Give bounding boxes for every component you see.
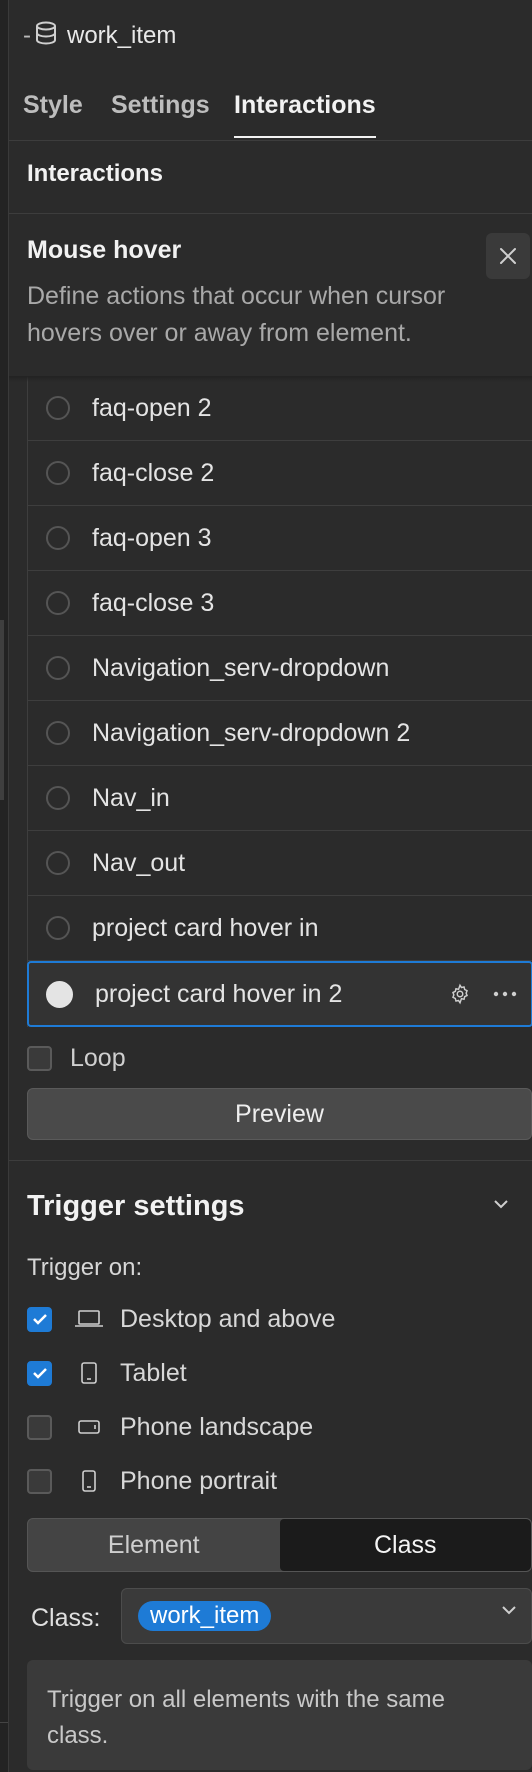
list-item[interactable]: faq-close 3 <box>28 571 532 636</box>
animation-label: faq-open 2 <box>92 393 212 422</box>
device-option-desktop[interactable]: Desktop and above <box>27 1302 335 1336</box>
interactions-panel: - work_item Style Settings Interactions … <box>9 0 532 1772</box>
list-item[interactable]: Nav_in <box>28 766 532 831</box>
chevron-down-icon <box>494 1200 508 1209</box>
left-edge-bar <box>0 0 9 1772</box>
panel-tabs: Style Settings Interactions <box>9 78 532 141</box>
tab-settings[interactable]: Settings <box>111 86 210 136</box>
animation-label: faq-open 3 <box>92 523 212 552</box>
tab-style[interactable]: Style <box>23 86 83 136</box>
element-mode-option[interactable]: Element <box>28 1519 280 1571</box>
list-item[interactable]: faq-close 2 <box>28 441 532 506</box>
list-item[interactable]: Nav_out <box>28 831 532 896</box>
edge-divider <box>0 1722 8 1723</box>
gear-icon[interactable] <box>449 983 471 1005</box>
element-name: work_item <box>67 22 177 49</box>
phone-landscape-checkbox[interactable] <box>27 1414 52 1440</box>
device-label: Phone landscape <box>120 1412 314 1441</box>
class-select[interactable]: work_item <box>121 1588 532 1644</box>
trigger-on-label: Trigger on: <box>27 1254 143 1281</box>
collapse-toggle[interactable] <box>493 1196 509 1214</box>
tab-interactions[interactable]: Interactions <box>234 86 376 138</box>
tablet-icon <box>72 1362 106 1384</box>
animation-label: project card hover in <box>92 913 319 942</box>
section-divider <box>9 213 532 214</box>
trigger-mode-toggle: Element Class <box>27 1518 532 1572</box>
radio-button[interactable] <box>46 721 70 745</box>
radio-button[interactable] <box>46 656 70 680</box>
laptop-icon <box>72 1310 106 1328</box>
element-prefix: - <box>23 22 31 49</box>
radio-button[interactable] <box>46 526 70 550</box>
animation-label: project card hover in 2 <box>95 979 343 1008</box>
radio-button-checked[interactable] <box>46 980 73 1008</box>
chevron-down-icon <box>502 1606 516 1615</box>
database-icon <box>35 21 67 52</box>
list-item[interactable]: faq-open 2 <box>28 376 532 441</box>
device-option-phone-portrait[interactable]: Phone portrait <box>27 1464 277 1498</box>
desktop-checkbox[interactable] <box>27 1306 52 1332</box>
preview-button[interactable]: Preview <box>27 1088 532 1140</box>
class-hint: Trigger on all elements with the same cl… <box>27 1660 532 1770</box>
tablet-checkbox[interactable] <box>27 1360 52 1386</box>
device-option-phone-landscape[interactable]: Phone landscape <box>27 1410 313 1444</box>
list-item-selected[interactable]: project card hover in 2 <box>27 961 532 1027</box>
checkmark-icon <box>32 1314 47 1325</box>
list-item[interactable]: Navigation_serv-dropdown <box>28 636 532 701</box>
phone-portrait-icon <box>72 1470 106 1492</box>
selected-element-header: - work_item <box>23 18 176 54</box>
radio-button[interactable] <box>46 916 70 940</box>
radio-button[interactable] <box>46 396 70 420</box>
loop-checkbox[interactable] <box>27 1046 52 1071</box>
animation-label: Nav_out <box>92 848 186 877</box>
close-icon <box>500 248 516 264</box>
animation-label: Nav_in <box>92 783 170 812</box>
animation-label: Navigation_serv-dropdown <box>92 653 390 682</box>
mouse-hover-description: Define actions that occur when cursor ho… <box>27 282 446 347</box>
device-label: Desktop and above <box>120 1304 336 1333</box>
loop-option[interactable]: Loop <box>27 1044 126 1073</box>
device-label: Phone portrait <box>120 1466 278 1495</box>
list-item[interactable]: faq-open 3 <box>28 506 532 571</box>
trigger-settings-title: Trigger settings <box>27 1190 245 1222</box>
device-option-tablet[interactable]: Tablet <box>27 1356 187 1390</box>
class-label: Class: <box>31 1604 101 1632</box>
loop-label: Loop <box>70 1044 126 1072</box>
phone-landscape-icon <box>72 1420 106 1434</box>
device-label: Tablet <box>120 1358 187 1387</box>
checkmark-icon <box>32 1368 47 1379</box>
mouse-hover-title: Mouse hover <box>27 236 182 264</box>
scroll-handle[interactable] <box>0 620 4 800</box>
radio-button[interactable] <box>46 851 70 875</box>
section-title: Interactions <box>27 160 164 187</box>
class-chip: work_item <box>138 1601 272 1631</box>
animation-label: faq-close 3 <box>92 588 215 617</box>
radio-button[interactable] <box>46 591 70 615</box>
phone-portrait-checkbox[interactable] <box>27 1468 52 1494</box>
animation-label: Navigation_serv-dropdown 2 <box>92 718 411 747</box>
more-options-icon[interactable] <box>493 991 517 997</box>
list-item[interactable]: Navigation_serv-dropdown 2 <box>28 701 532 766</box>
class-mode-option[interactable]: Class <box>279 1519 531 1571</box>
radio-button[interactable] <box>46 786 70 810</box>
animation-label: faq-close 2 <box>92 458 215 487</box>
animation-list: faq-open 2 faq-close 2 faq-open 3 faq-cl… <box>9 376 532 1027</box>
trigger-divider <box>9 1160 532 1161</box>
item-actions <box>449 963 517 1025</box>
close-button[interactable] <box>486 233 530 279</box>
radio-button[interactable] <box>46 461 70 485</box>
list-item[interactable]: project card hover in <box>28 896 532 961</box>
